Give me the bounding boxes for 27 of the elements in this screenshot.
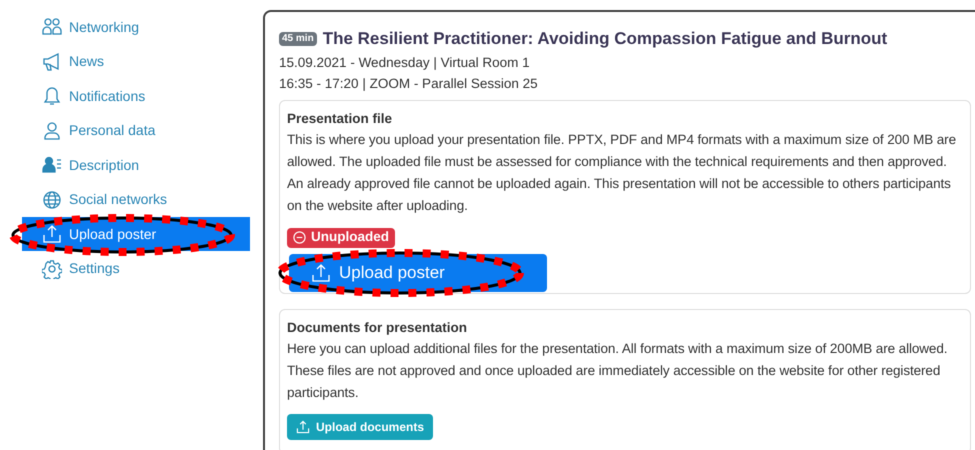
upload-documents-button[interactable]: Upload documents xyxy=(287,414,434,440)
settings-icon xyxy=(42,258,62,278)
sidebar-item[interactable]: Notifications xyxy=(22,79,250,113)
people-icon xyxy=(42,17,62,37)
upload-icon xyxy=(42,224,62,244)
session-time: 16:35 - 17:20 | ZOOM - Parallel Session 25 xyxy=(279,74,539,93)
person-list-icon xyxy=(42,155,62,175)
bell-icon xyxy=(42,86,62,106)
session-date: 15.09.2021 - Wednesday | Virtual Room 1 xyxy=(279,54,531,72)
sidebar-item[interactable]: Social networks xyxy=(22,182,250,216)
upload-icon xyxy=(311,262,331,282)
panel-description: Here you can upload additional files for the presentation. All formats with a maximum size of 200MB are allowed. These files are not approved and once uploaded are immediately accessible on the website for other registered participants. xyxy=(287,340,948,402)
panel-heading: Presentation file xyxy=(287,110,394,128)
globe-icon xyxy=(42,190,62,210)
panel-heading: Documents for presentation xyxy=(287,318,468,337)
sidebar-item[interactable]: News xyxy=(22,44,250,78)
sidebar-item[interactable]: Settings xyxy=(22,252,250,286)
status-badge: Unuploaded xyxy=(287,228,395,248)
person-icon xyxy=(42,120,62,140)
session-title: The Resilient Practitioner: Avoiding Compassion Fatigue and Burnout xyxy=(322,28,888,50)
minus-circle-icon xyxy=(293,231,306,244)
upload-icon xyxy=(296,420,310,434)
sidebar-item[interactable]: Description xyxy=(22,148,250,182)
panel-description: This is where you upload your presentation file. PPTX, PDF and MP4 formats with a maximum size of 200 MB are allowed. The uploaded file must be assessed for compliance with the technical requirements and then approved. An already approved file cannot be uploaded again. This presentation will not be accessible to others participants on the website after uploading. xyxy=(287,130,957,215)
sidebar-item[interactable]: Personal data xyxy=(22,114,250,148)
duration-badge: 45 min xyxy=(279,32,317,46)
sidebar-item[interactable]: Networking xyxy=(22,10,250,44)
